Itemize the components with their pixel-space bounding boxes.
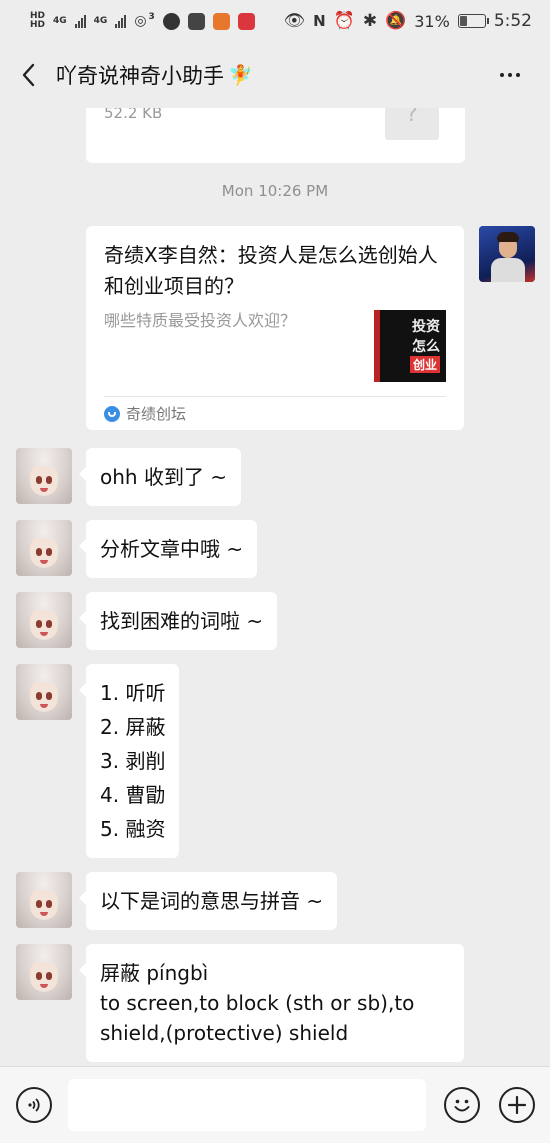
article-thumbnail: 投资 怎么 创业 <box>374 310 446 382</box>
eye-icon: 👁 <box>283 11 306 31</box>
status-right-icons: 👁 N ⏰ ✱ 🔕 31% 5:52 <box>284 11 533 31</box>
word-list-bubble[interactable]: 1. 听听 2. 屏蔽 3. 剥削 4. 曹勖 5. 融资 <box>78 664 180 858</box>
app-icon <box>187 12 205 30</box>
hd-icon: HD HD <box>30 11 46 30</box>
plus-button[interactable] <box>499 1087 535 1123</box>
message-text: 找到困难的词啦 ~ <box>100 609 264 633</box>
message-bubble[interactable]: 找到困难的词啦 ~ <box>78 592 278 650</box>
thumb-text: 创业 <box>410 356 441 373</box>
definition-meaning: to screen,to block (sth or sb),to shield… <box>100 991 415 1045</box>
voice-button[interactable] <box>16 1087 52 1123</box>
signal-4g-icon-2: 4G <box>93 15 108 26</box>
thumb-text: 投资 <box>412 319 440 335</box>
battery-icon <box>457 14 489 28</box>
message-bubble[interactable]: ohh 收到了 ~ <box>78 448 242 506</box>
bot-avatar[interactable] <box>16 872 72 928</box>
emoji-button[interactable] <box>444 1087 480 1123</box>
file-size: 52.2 KB <box>104 108 163 122</box>
status-bar: HD HD 4G 4G ◎ 3 👁 N ⏰ ✱ 🔕 31% 5:52 <box>0 0 550 42</box>
chat-header: 吖奇说神奇小助手 🧚 <box>0 42 550 108</box>
chat-title: 吖奇说神奇小助手 🧚 <box>56 60 253 90</box>
bot-avatar[interactable] <box>16 944 72 1000</box>
message-timestamp: Mon 10:26 PM <box>221 182 329 200</box>
signal-bars-icon-2 <box>115 14 127 28</box>
more-dot <box>500 73 504 77</box>
plus-icon <box>507 1095 527 1115</box>
bot-avatar[interactable] <box>16 592 72 648</box>
nfc-icon: N <box>313 12 326 30</box>
more-dot <box>516 73 520 77</box>
message-text: ohh 收到了 ~ <box>100 465 228 489</box>
mute-icon: 🔕 <box>385 11 407 31</box>
word-list-item: 2. 屏蔽 <box>100 715 166 739</box>
article-description: 哪些特质最受投资人欢迎？ <box>104 311 297 330</box>
status-left-icons: HD HD 4G 4G ◎ 3 <box>30 12 255 30</box>
chat-title-text: 吖奇说神奇小助手 <box>56 64 224 88</box>
input-bar <box>0 1066 550 1143</box>
word-list-item: 1. 听听 <box>100 681 166 705</box>
alarm-icon: ⏰ <box>333 11 355 31</box>
bot-avatar[interactable] <box>16 664 72 720</box>
article-title: 奇绩X李自然：投资人是怎么选创始人和创业项目的？ <box>104 243 438 298</box>
source-logo-icon <box>104 405 120 422</box>
article-source: 奇绩创坛 <box>104 403 186 424</box>
unknown-file-icon: ? <box>385 108 439 140</box>
bot-avatar[interactable] <box>16 448 72 504</box>
word-list-item: 5. 融资 <box>100 817 166 841</box>
message-text: 分析文章中哦 ~ <box>100 537 244 561</box>
user-avatar[interactable] <box>479 226 535 282</box>
chevron-left-icon <box>22 63 35 87</box>
word-list-item: 3. 剥削 <box>100 749 166 773</box>
bluetooth-icon: ✱ <box>362 11 378 31</box>
spotify-icon <box>162 12 180 30</box>
notification-count: 3 <box>148 12 155 22</box>
app-icon-orange <box>212 12 230 30</box>
voice-icon <box>28 1098 40 1112</box>
message-bubble[interactable]: 以下是词的意思与拼音 ~ <box>78 872 338 930</box>
signal-4g-icon: 4G <box>53 15 67 26</box>
file-message[interactable]: 52.2 KB ? <box>86 108 465 163</box>
more-button[interactable] <box>492 62 528 88</box>
bot-avatar[interactable] <box>16 520 72 576</box>
message-list[interactable]: 52.2 KB ? Mon 10:26 PM 奇绩X李自然：投资人是怎么选创始人… <box>0 108 550 1066</box>
more-dot <box>508 73 512 77</box>
app-icon-red <box>237 12 255 30</box>
fairy-icon: 🧚 <box>228 63 253 87</box>
signal-bars-icon <box>74 14 86 28</box>
article-source-name: 奇绩创坛 <box>126 405 187 423</box>
divider <box>104 396 446 397</box>
definition-word: 屏蔽 píngbì <box>100 961 209 985</box>
definition-bubble[interactable]: 屏蔽 píngbì to screen,to block (sth or sb)… <box>79 944 464 1062</box>
article-card[interactable]: 奇绩X李自然：投资人是怎么选创始人和创业项目的？ 哪些特质最受投资人欢迎？ 投资… <box>86 226 464 430</box>
message-input[interactable] <box>68 1079 426 1131</box>
thumb-text: 怎么 <box>412 339 440 355</box>
battery-percent: 31% <box>414 11 450 31</box>
clock: 5:52 <box>493 11 532 31</box>
back-button[interactable] <box>0 42 56 108</box>
hotspot-icon: ◎ <box>134 13 147 29</box>
emoji-icon <box>454 1099 470 1112</box>
message-bubble[interactable]: 分析文章中哦 ~ <box>78 520 258 578</box>
word-list-item: 4. 曹勖 <box>100 783 166 807</box>
message-text: 以下是词的意思与拼音 ~ <box>100 889 324 913</box>
